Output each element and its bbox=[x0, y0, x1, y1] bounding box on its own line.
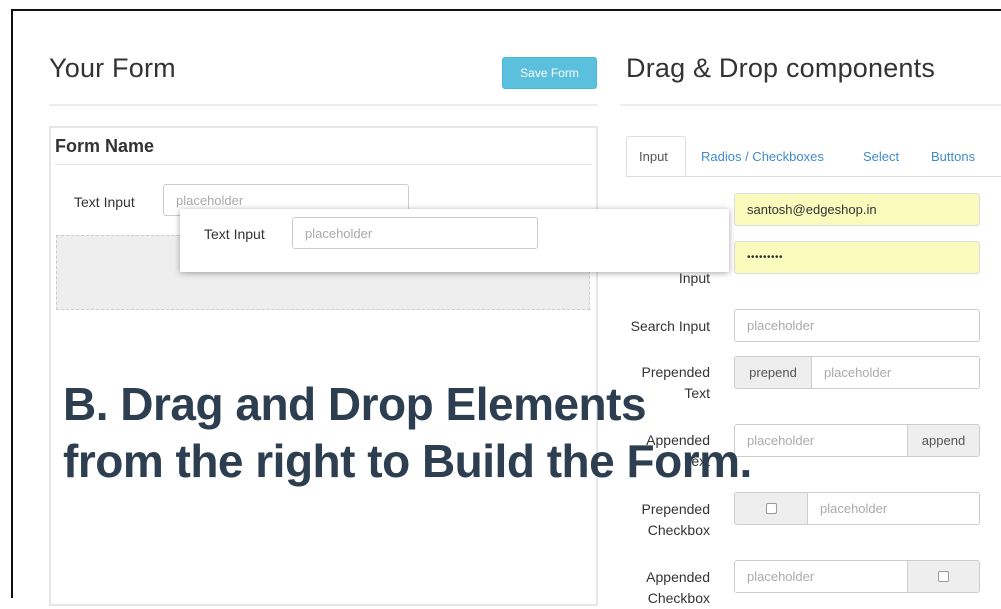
instruction-caption: B. Drag and Drop Elements from the right… bbox=[63, 376, 752, 490]
prepended-checkbox-label-line2: Checkbox bbox=[647, 522, 710, 538]
tab-select[interactable]: Select bbox=[863, 136, 899, 176]
component-prepended-checkbox-input[interactable]: placeholder bbox=[807, 492, 980, 525]
your-form-title: Your Form bbox=[49, 53, 176, 83]
prepend-checkbox[interactable] bbox=[765, 503, 777, 514]
append-checkbox[interactable] bbox=[938, 571, 949, 582]
drag-drop-components-title: Drag & Drop components bbox=[626, 53, 936, 83]
appended-checkbox-label-line1: Appended bbox=[646, 569, 710, 585]
right-divider bbox=[620, 104, 1001, 106]
prepended-checkbox-label-line1: Prepended bbox=[641, 501, 710, 517]
caption-line-2: from the right to Build the Form. bbox=[63, 435, 752, 487]
component-search-input[interactable]: placeholder bbox=[734, 309, 980, 342]
caption-line-1: B. Drag and Drop Elements bbox=[63, 378, 647, 430]
form-name-legend: Form Name bbox=[55, 136, 155, 156]
save-form-button[interactable]: Save Form bbox=[502, 57, 597, 89]
dragged-text-input-card[interactable]: Text Input placeholder bbox=[180, 209, 729, 272]
tab-radios-checkboxes[interactable]: Radios / Checkboxes bbox=[701, 136, 824, 176]
tab-buttons[interactable]: Buttons bbox=[931, 136, 975, 176]
search-input-label: Search Input bbox=[630, 318, 710, 334]
left-divider bbox=[49, 104, 598, 106]
dragged-text-input-label: Text Input bbox=[204, 226, 265, 242]
component-text-input[interactable]: santosh@edgeshop.in bbox=[734, 193, 980, 226]
component-appended-text-input[interactable]: placeholder bbox=[734, 424, 908, 457]
dragged-text-input[interactable]: placeholder bbox=[292, 217, 538, 249]
form-name-divider bbox=[55, 164, 592, 165]
append-checkbox-addon bbox=[907, 560, 980, 593]
component-appended-checkbox-input[interactable]: placeholder bbox=[734, 560, 908, 593]
prepended-checkbox-label: Prepended Checkbox bbox=[610, 499, 710, 541]
form-text-input-label: Text Input bbox=[74, 194, 135, 210]
component-prepended-text-input[interactable]: placeholder bbox=[811, 356, 980, 389]
appended-checkbox-label-line2: Checkbox bbox=[647, 590, 710, 606]
component-tabs: Input Radios / Checkboxes Select Buttons bbox=[626, 136, 1001, 177]
tab-input[interactable]: Input bbox=[626, 136, 686, 176]
prepend-checkbox-addon bbox=[734, 492, 808, 525]
component-password-input[interactable]: ••••••••• bbox=[734, 241, 980, 274]
append-addon: append bbox=[907, 424, 980, 457]
appended-checkbox-label: Appended Checkbox bbox=[610, 567, 710, 609]
